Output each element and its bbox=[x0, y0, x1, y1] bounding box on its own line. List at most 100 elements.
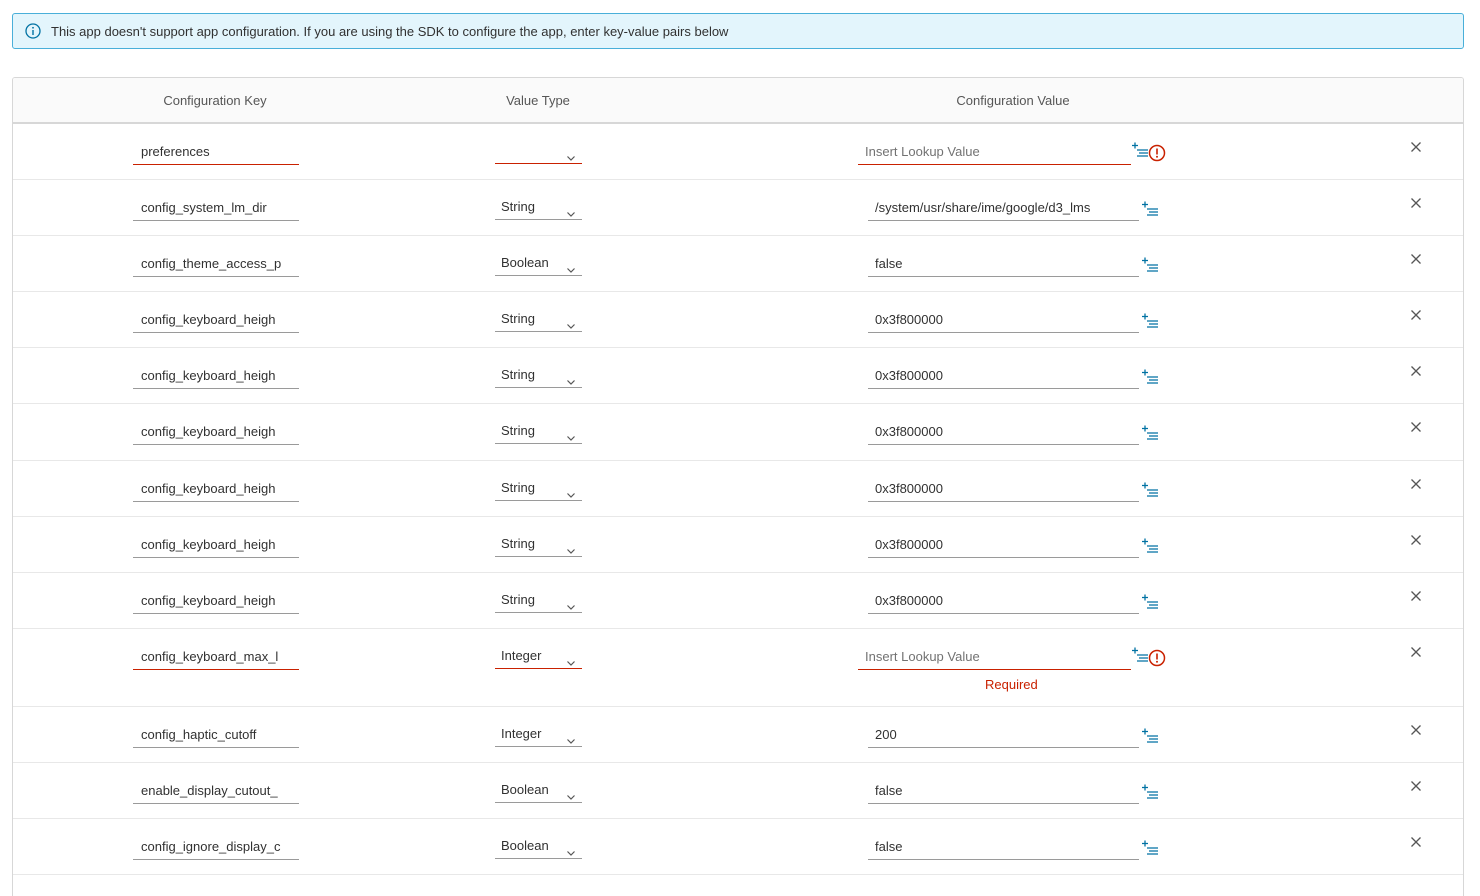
config-key-input[interactable]: config_keyboard_heigh bbox=[133, 307, 299, 333]
value-type-select[interactable]: Boolean bbox=[495, 833, 582, 859]
table-row: config_keyboard_max_l Integer Insert Looku… bbox=[13, 629, 1463, 707]
close-icon[interactable] bbox=[1410, 364, 1422, 376]
table-row: preferences Insert Lookup Value bbox=[13, 124, 1463, 180]
config-value-input[interactable]: /system/usr/share/ime/google/d3_lms bbox=[868, 195, 1139, 221]
config-grid: Configuration Key Value Type Configurati… bbox=[12, 77, 1464, 896]
value-type-label: String bbox=[501, 480, 535, 495]
config-key-input[interactable]: config_system_lm_dir bbox=[133, 195, 299, 221]
config-value-input[interactable]: false bbox=[868, 778, 1139, 804]
chevron-down-icon bbox=[566, 539, 576, 554]
close-icon[interactable] bbox=[1410, 252, 1422, 264]
insert-lookup-icon[interactable] bbox=[1141, 538, 1159, 554]
value-type-label: String bbox=[501, 199, 535, 214]
chevron-down-icon bbox=[566, 729, 576, 744]
config-value-input[interactable]: 0x3f800000 bbox=[868, 588, 1139, 614]
insert-lookup-icon[interactable] bbox=[1141, 201, 1159, 217]
config-value-input[interactable]: 0x3f800000 bbox=[868, 363, 1139, 389]
close-icon[interactable] bbox=[1410, 723, 1422, 735]
close-icon[interactable] bbox=[1410, 533, 1422, 545]
chevron-down-icon bbox=[566, 202, 576, 217]
value-type-select[interactable]: Integer bbox=[495, 643, 582, 669]
value-type-select[interactable]: String bbox=[495, 306, 582, 332]
value-type-select[interactable]: Boolean bbox=[495, 777, 582, 803]
table-row: config_keyboard_heigh String 0x3f800000 bbox=[13, 517, 1463, 573]
value-type-select[interactable] bbox=[495, 138, 582, 164]
table-row: config_keyboard_heigh String 0x3f800000 bbox=[13, 348, 1463, 404]
insert-lookup-icon[interactable] bbox=[1141, 369, 1159, 385]
value-type-label: Integer bbox=[501, 648, 542, 663]
chevron-down-icon bbox=[566, 483, 576, 498]
config-value-input[interactable]: false bbox=[868, 834, 1139, 860]
config-value-input[interactable]: 0x3f800000 bbox=[868, 419, 1139, 445]
config-key-input[interactable]: config_keyboard_heigh bbox=[133, 532, 299, 558]
table-row: enable_display_cutout_ Boolean false bbox=[13, 763, 1463, 819]
insert-lookup-icon[interactable] bbox=[1141, 728, 1159, 744]
value-type-select[interactable]: String bbox=[495, 418, 582, 444]
config-value-input[interactable]: 0x3f800000 bbox=[868, 307, 1139, 333]
config-key-input[interactable]: config_haptic_cutoff bbox=[133, 722, 299, 748]
value-type-select[interactable]: Integer bbox=[495, 721, 582, 747]
close-icon[interactable] bbox=[1410, 835, 1422, 847]
value-type-label: Boolean bbox=[501, 838, 549, 853]
config-value-input[interactable]: false bbox=[868, 251, 1139, 277]
config-key-input[interactable]: config_keyboard_max_l bbox=[133, 644, 299, 670]
config-key-input[interactable]: enable_display_cutout_ bbox=[133, 778, 299, 804]
value-type-label: String bbox=[501, 367, 535, 382]
value-type-select[interactable]: String bbox=[495, 194, 582, 220]
insert-lookup-icon[interactable] bbox=[1141, 257, 1159, 273]
chevron-down-icon bbox=[566, 370, 576, 385]
config-value-input[interactable]: Insert Lookup Value bbox=[858, 644, 1131, 670]
value-type-select[interactable]: String bbox=[495, 475, 582, 501]
close-icon[interactable] bbox=[1410, 420, 1422, 432]
config-key-input[interactable]: config_keyboard_heigh bbox=[133, 419, 299, 445]
column-header-key[interactable]: Configuration Key bbox=[116, 93, 314, 108]
table-row: config_system_lm_dir String/system/usr/sh… bbox=[13, 180, 1463, 236]
config-key-input[interactable]: config_theme_access_p bbox=[133, 251, 299, 277]
insert-lookup-icon[interactable] bbox=[1131, 142, 1149, 158]
value-type-label: String bbox=[501, 592, 535, 607]
close-icon[interactable] bbox=[1410, 477, 1422, 489]
insert-lookup-icon[interactable] bbox=[1141, 425, 1159, 441]
value-type-select[interactable]: Boolean bbox=[495, 250, 582, 276]
column-header-value[interactable]: Configuration Value bbox=[858, 93, 1168, 108]
chevron-down-icon bbox=[566, 258, 576, 273]
insert-lookup-icon[interactable] bbox=[1131, 647, 1149, 663]
close-icon[interactable] bbox=[1410, 645, 1422, 657]
chevron-down-icon bbox=[566, 785, 576, 800]
insert-lookup-icon[interactable] bbox=[1141, 313, 1159, 329]
insert-lookup-icon[interactable] bbox=[1141, 594, 1159, 610]
close-icon[interactable] bbox=[1410, 140, 1422, 152]
value-type-label: String bbox=[501, 311, 535, 326]
exclamation-circle-icon bbox=[1148, 144, 1166, 162]
value-type-select[interactable]: String bbox=[495, 531, 582, 557]
value-type-select[interactable]: String bbox=[495, 587, 582, 613]
config-value-input[interactable]: 0x3f800000 bbox=[868, 532, 1139, 558]
value-type-label: String bbox=[501, 423, 535, 438]
info-icon bbox=[25, 23, 41, 39]
config-value-input[interactable]: 0x3f800000 bbox=[868, 476, 1139, 502]
config-key-input[interactable]: config_keyboard_heigh bbox=[133, 476, 299, 502]
table-row: config_keyboard_heigh String 0x3f800000 bbox=[13, 573, 1463, 629]
close-icon[interactable] bbox=[1410, 779, 1422, 791]
chevron-down-icon bbox=[566, 841, 576, 856]
config-key-input[interactable]: preferences bbox=[133, 139, 299, 165]
info-banner: This app doesn't support app configurati… bbox=[12, 13, 1464, 49]
config-key-input[interactable]: config_ignore_display_c bbox=[133, 834, 299, 860]
chevron-down-icon bbox=[566, 595, 576, 610]
value-type-select[interactable]: String bbox=[495, 362, 582, 388]
info-banner-text: This app doesn't support app configurati… bbox=[51, 23, 729, 39]
insert-lookup-icon[interactable] bbox=[1141, 840, 1159, 856]
config-value-input[interactable]: Insert Lookup Value bbox=[858, 139, 1131, 165]
table-row: config_keyboard_heigh String 0x3f800000 bbox=[13, 292, 1463, 348]
insert-lookup-icon[interactable] bbox=[1141, 482, 1159, 498]
config-value-input[interactable]: 200 bbox=[868, 722, 1139, 748]
close-icon[interactable] bbox=[1410, 196, 1422, 208]
table-row: config_ignore_display_c Boolean false bbox=[13, 819, 1463, 875]
column-header-type[interactable]: Value Type bbox=[487, 93, 589, 108]
config-key-input[interactable]: config_keyboard_heigh bbox=[133, 363, 299, 389]
table-row: config_keyboard_heigh String 0x3f800000 bbox=[13, 461, 1463, 517]
config-key-input[interactable]: config_keyboard_heigh bbox=[133, 588, 299, 614]
close-icon[interactable] bbox=[1410, 589, 1422, 601]
insert-lookup-icon[interactable] bbox=[1141, 784, 1159, 800]
close-icon[interactable] bbox=[1410, 308, 1422, 320]
